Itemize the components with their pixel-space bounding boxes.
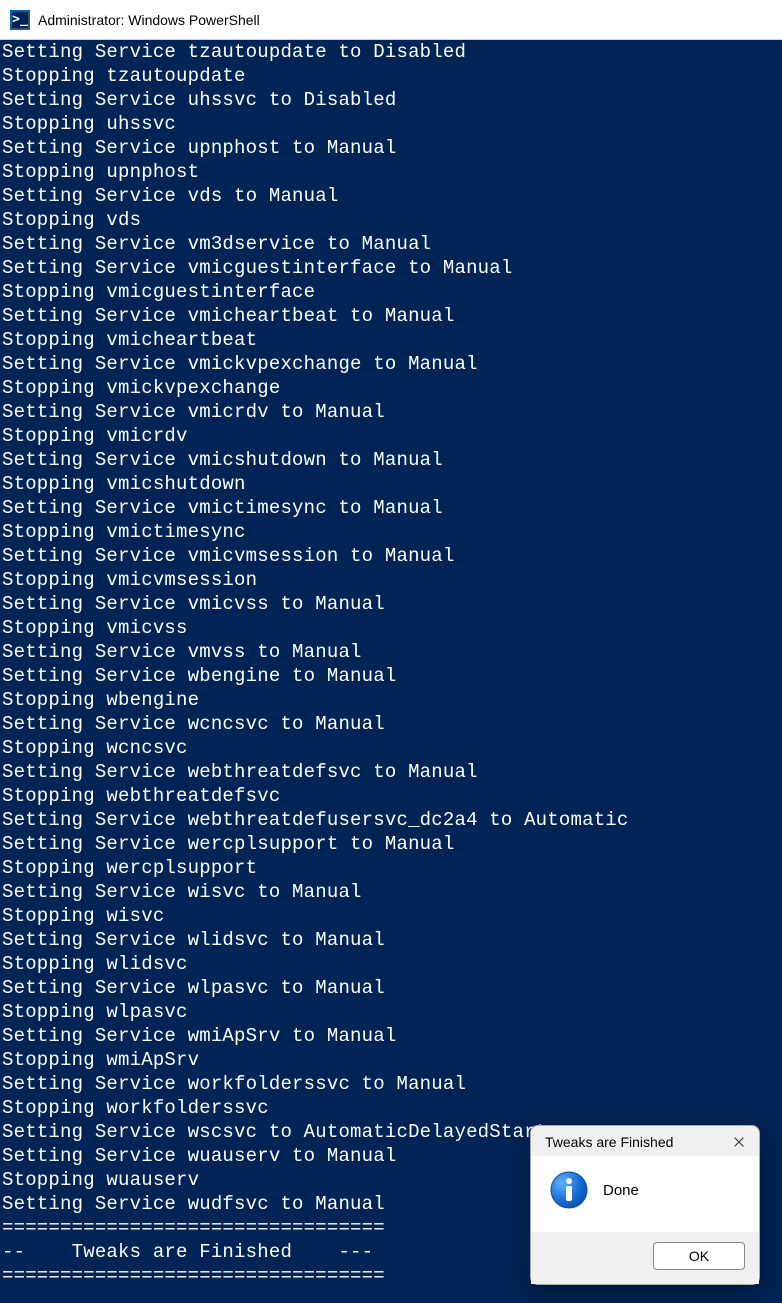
message-dialog: Tweaks are Finished: [530, 1125, 760, 1285]
console-line: Setting Service tzautoupdate to Disabled: [0, 40, 782, 64]
console-line: Stopping wisvc: [0, 904, 782, 928]
console-line: Stopping wlpasvc: [0, 1000, 782, 1024]
console-line: Setting Service uhssvc to Disabled: [0, 88, 782, 112]
console-line: Setting Service wercplsupport to Manual: [0, 832, 782, 856]
console-line: Stopping wcncsvc: [0, 736, 782, 760]
info-icon: [549, 1170, 589, 1210]
console-line: Stopping webthreatdefsvc: [0, 784, 782, 808]
console-output[interactable]: Setting Service tzautoupdate to Disabled…: [0, 40, 782, 1303]
console-line: Setting Service wlpasvc to Manual: [0, 976, 782, 1000]
dialog-title-text: Tweaks are Finished: [545, 1134, 673, 1150]
console-line: Stopping vmickvpexchange: [0, 376, 782, 400]
dialog-message: Done: [603, 1182, 639, 1199]
console-line: Setting Service upnphost to Manual: [0, 136, 782, 160]
console-line: Stopping wlidsvc: [0, 952, 782, 976]
console-line: Stopping upnphost: [0, 160, 782, 184]
console-line: Stopping vmicguestinterface: [0, 280, 782, 304]
console-line: Stopping wmiApSrv: [0, 1048, 782, 1072]
dialog-body: Done: [531, 1156, 759, 1232]
console-line: Setting Service wmiApSrv to Manual: [0, 1024, 782, 1048]
console-line: Setting Service vmicheartbeat to Manual: [0, 304, 782, 328]
console-line: Stopping vds: [0, 208, 782, 232]
dialog-titlebar: Tweaks are Finished: [531, 1126, 759, 1156]
console-line: Setting Service wcncsvc to Manual: [0, 712, 782, 736]
window-title: Administrator: Windows PowerShell: [38, 12, 260, 28]
close-icon[interactable]: [731, 1134, 747, 1150]
console-line: Stopping vmicvss: [0, 616, 782, 640]
console-line: Setting Service vmicrdv to Manual: [0, 400, 782, 424]
console-line: Setting Service wbengine to Manual: [0, 664, 782, 688]
console-line: Setting Service vds to Manual: [0, 184, 782, 208]
console-line: Stopping wercplsupport: [0, 856, 782, 880]
console-line: Setting Service vm3dservice to Manual: [0, 232, 782, 256]
console-line: Stopping vmicshutdown: [0, 472, 782, 496]
console-line: Setting Service wlidsvc to Manual: [0, 928, 782, 952]
console-line: Setting Service vmicvss to Manual: [0, 592, 782, 616]
console-line: Setting Service webthreatdefusersvc_dc2a…: [0, 808, 782, 832]
console-line: Stopping vmicheartbeat: [0, 328, 782, 352]
ok-button[interactable]: OK: [653, 1242, 745, 1270]
window-titlebar: >_ Administrator: Windows PowerShell: [0, 0, 782, 40]
console-line: Setting Service workfolderssvc to Manual: [0, 1072, 782, 1096]
console-line: Setting Service vmvss to Manual: [0, 640, 782, 664]
console-line: Setting Service vmicguestinterface to Ma…: [0, 256, 782, 280]
console-line: Setting Service vmictimesync to Manual: [0, 496, 782, 520]
console-line: Stopping workfolderssvc: [0, 1096, 782, 1120]
console-line: Setting Service vmicshutdown to Manual: [0, 448, 782, 472]
console-line: Stopping vmicvmsession: [0, 568, 782, 592]
console-line: Setting Service vmicvmsession to Manual: [0, 544, 782, 568]
dialog-footer: OK: [531, 1232, 759, 1284]
console-line: Stopping wbengine: [0, 688, 782, 712]
console-line: Stopping vmicrdv: [0, 424, 782, 448]
console-line: Stopping vmictimesync: [0, 520, 782, 544]
console-line: Setting Service wisvc to Manual: [0, 880, 782, 904]
console-line: Stopping uhssvc: [0, 112, 782, 136]
console-line: Stopping tzautoupdate: [0, 64, 782, 88]
console-line: Setting Service vmickvpexchange to Manua…: [0, 352, 782, 376]
powershell-icon: >_: [10, 10, 30, 30]
console-line: Setting Service webthreatdefsvc to Manua…: [0, 760, 782, 784]
